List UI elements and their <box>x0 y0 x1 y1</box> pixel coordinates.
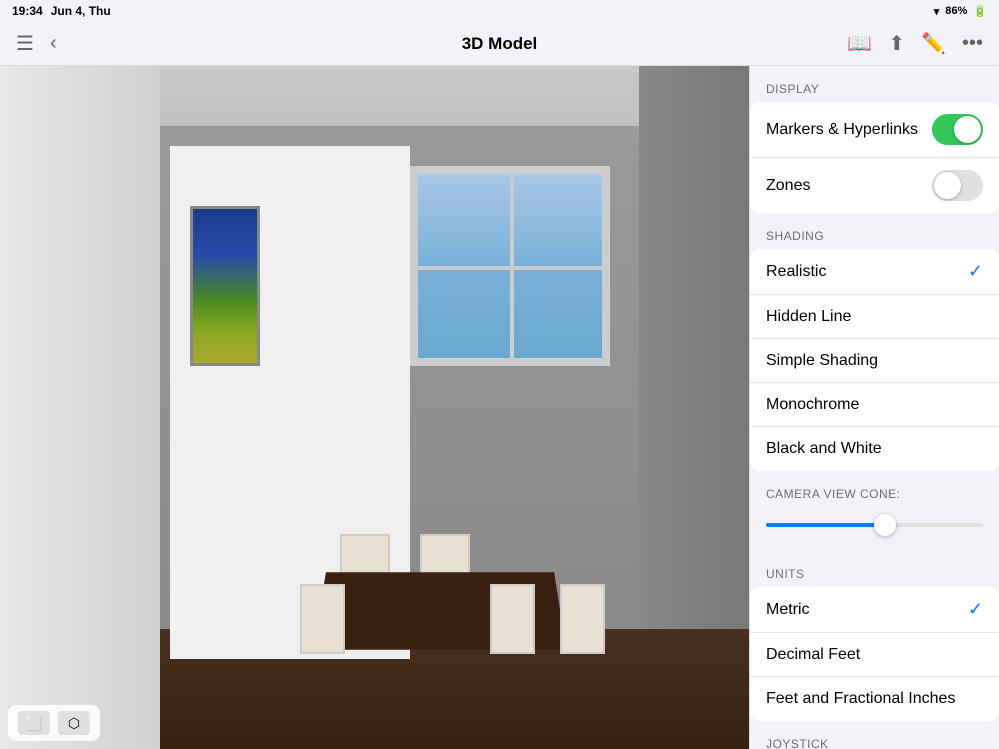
nav-left: ☰ ‹ <box>16 31 57 56</box>
battery-icon: 🔋 <box>973 5 987 18</box>
status-left: 19:34 Jun 4, Thu <box>12 4 111 18</box>
hidden-line-row[interactable]: Hidden Line <box>750 295 999 339</box>
markers-toggle-knob <box>954 116 981 143</box>
decimal-feet-label: Decimal Feet <box>766 646 983 664</box>
markers-row[interactable]: Markers & Hyperlinks <box>750 102 999 158</box>
chair-3 <box>300 584 345 654</box>
simple-shading-row[interactable]: Simple Shading <box>750 339 999 383</box>
wifi-icon: ▾ <box>934 5 940 18</box>
window-divider-h <box>418 266 602 270</box>
battery-level: 86% <box>945 5 967 17</box>
metric-row[interactable]: Metric ✓ <box>750 587 999 633</box>
joystick-section-label: JOYSTICK <box>750 721 999 749</box>
realistic-label: Realistic <box>766 263 968 281</box>
status-right: ▾ 86% 🔋 <box>934 5 987 18</box>
metric-label: Metric <box>766 601 968 619</box>
black-white-row[interactable]: Black and White <box>750 427 999 471</box>
pencil-icon[interactable]: ✏️ <box>921 31 946 56</box>
bottom-toolbar: ⬜ ⬡ <box>8 705 100 741</box>
display-group: Markers & Hyperlinks Zones <box>750 102 999 213</box>
markers-label: Markers & Hyperlinks <box>766 121 932 139</box>
bookmark-icon[interactable]: 📖 <box>847 31 872 56</box>
share-icon[interactable]: ⬆ <box>888 31 905 56</box>
screen-tool-button[interactable]: ⬜ <box>18 711 50 735</box>
chair-4 <box>490 584 535 654</box>
camera-cone-slider-container <box>750 507 999 551</box>
zones-label: Zones <box>766 177 932 195</box>
simple-shading-label: Simple Shading <box>766 352 983 370</box>
display-section-label: DISPLAY <box>750 66 999 102</box>
more-icon[interactable]: ••• <box>962 32 983 55</box>
slider-track[interactable] <box>766 523 983 527</box>
realistic-row[interactable]: Realistic ✓ <box>750 249 999 295</box>
menu-icon[interactable]: ☰ <box>16 31 34 56</box>
layers-tool-button[interactable]: ⬡ <box>58 711 90 735</box>
nav-bar: ☰ ‹ 3D Model 📖 ⬆ ✏️ ••• <box>0 22 999 66</box>
metric-checkmark: ✓ <box>968 599 983 620</box>
units-section-label: UNITS <box>750 551 999 587</box>
feet-fractional-row[interactable]: Feet and Fractional Inches <box>750 677 999 721</box>
zones-toggle-knob <box>934 172 961 199</box>
slider-fill <box>766 523 885 527</box>
model-view[interactable]: ⬜ ⬡ <box>0 66 759 749</box>
nav-right: 📖 ⬆ ✏️ ••• <box>847 31 983 56</box>
units-group: Metric ✓ Decimal Feet Feet and Fractiona… <box>750 587 999 721</box>
markers-toggle[interactable] <box>932 114 983 145</box>
status-time: 19:34 <box>12 4 43 18</box>
slider-thumb[interactable] <box>874 514 896 536</box>
zones-row[interactable]: Zones <box>750 158 999 213</box>
nav-back-icon[interactable]: ‹ <box>50 32 57 55</box>
shading-section-label: SHADING <box>750 213 999 249</box>
wall-left <box>0 66 160 749</box>
shading-group: Realistic ✓ Hidden Line Simple Shading M… <box>750 249 999 471</box>
zones-toggle[interactable] <box>932 170 983 201</box>
status-date: Jun 4, Thu <box>51 4 111 18</box>
camera-cone-label: CAMERA VIEW CONE: <box>750 471 999 507</box>
settings-panel: ‹ Back Settings DISPLAY Markers & Hyperl… <box>749 22 999 749</box>
status-bar: 19:34 Jun 4, Thu ▾ 86% 🔋 <box>0 0 999 22</box>
monochrome-row[interactable]: Monochrome <box>750 383 999 427</box>
monochrome-label: Monochrome <box>766 396 983 414</box>
artwork <box>190 206 260 366</box>
nav-title: 3D Model <box>462 34 538 54</box>
black-white-label: Black and White <box>766 440 983 458</box>
realistic-checkmark: ✓ <box>968 261 983 282</box>
hidden-line-label: Hidden Line <box>766 308 983 326</box>
window <box>410 166 610 366</box>
decimal-feet-row[interactable]: Decimal Feet <box>750 633 999 677</box>
feet-fractional-label: Feet and Fractional Inches <box>766 690 983 708</box>
chair-5 <box>560 584 605 654</box>
room-canvas <box>0 66 759 749</box>
